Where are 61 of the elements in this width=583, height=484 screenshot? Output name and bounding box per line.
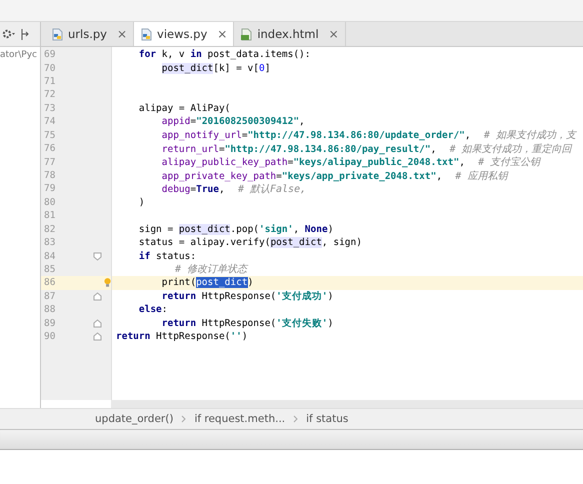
line-number: 70: [43, 62, 56, 74]
line-number: 75: [43, 130, 56, 141]
python-file-icon: [51, 28, 64, 40]
line-number: 88: [43, 304, 56, 316]
breadcrumb[interactable]: update_order(): [95, 413, 174, 425]
code-line: sign = post_dict.pop('sign', None): [138, 224, 334, 235]
line-number: 77: [43, 156, 56, 168]
line-number: 83: [43, 237, 56, 248]
line-number: 74: [43, 116, 56, 128]
line-number: 86: [43, 277, 56, 288]
line-number: 69: [43, 49, 56, 60]
line-number: 73: [43, 102, 56, 114]
code-line: return HttpResponse('支付成功'): [162, 290, 334, 303]
line-number: 76: [43, 143, 56, 154]
line-number: 80: [43, 196, 56, 208]
code-line: # 修改订单状态: [174, 262, 248, 276]
fold-marker-icon[interactable]: [92, 292, 102, 301]
breadcrumb[interactable]: if request.meth...: [194, 413, 286, 425]
close-icon[interactable]: ×: [217, 27, 228, 41]
code-line: for k, v in post_data.items():: [138, 49, 310, 60]
close-icon[interactable]: ×: [116, 27, 128, 41]
fold-marker-icon[interactable]: [92, 332, 102, 342]
python-file-icon: [140, 28, 154, 40]
line-number: 84: [43, 250, 56, 262]
code-line: else:: [138, 304, 168, 316]
line-number: 72: [43, 89, 56, 100]
code-line: status = alipay.verify(post_dict, sign): [138, 237, 362, 248]
file-tab[interactable]: views.py ×: [134, 22, 234, 46]
line-number: 85: [43, 264, 56, 275]
line-number: 89: [43, 318, 56, 329]
line-number: 87: [43, 290, 56, 302]
html-file-icon: [240, 28, 254, 40]
line-number: 81: [43, 210, 56, 222]
code-line: app_notify_url="http://47.98.134.86:80/update_order/", # 如果支付成功，支: [162, 128, 576, 142]
chevron-icon: [293, 415, 298, 423]
code-line: appid="2016082500309412",: [162, 116, 305, 128]
close-icon[interactable]: ×: [328, 27, 339, 41]
line-number: 90: [43, 331, 56, 342]
line-number: 71: [43, 76, 56, 88]
project-path: ator\Pyc: [0, 50, 38, 60]
code-line: if status:: [138, 250, 196, 262]
code-line: alipay_public_key_path="keys/alipay_public_2048.txt", # 支付宝公钥: [162, 156, 540, 170]
chevron-icon: [181, 415, 186, 423]
line-number: 82: [43, 224, 56, 235]
line-number: 78: [43, 170, 56, 181]
code-line: print(post_dict): [162, 277, 254, 288]
breadcrumb[interactable]: if status: [306, 413, 348, 425]
code-line: ): [138, 196, 145, 208]
code-line: alipay = AliPay(: [138, 102, 230, 114]
fold-marker-icon[interactable]: [92, 318, 102, 328]
settings-icon[interactable]: [2, 29, 16, 39]
code-line: debug=True, # 默认False,: [162, 182, 306, 196]
code-line: return_url="http://47.98.134.86:80/pay_result/", # 如果支付成功，重定向回: [162, 142, 572, 156]
code-line: return HttpResponse(''): [116, 331, 248, 342]
code-line: app_private_key_path="keys/app_private_2048.txt", # 应用私钥: [162, 170, 508, 183]
fold-marker-icon[interactable]: [92, 252, 102, 261]
line-number: 79: [43, 183, 56, 194]
horizontal-scrollbar[interactable]: [111, 400, 583, 408]
lightbulb-icon[interactable]: [104, 277, 111, 288]
code-line: post_dict[k] = v[0]: [162, 62, 270, 74]
code-line: return HttpResponse('支付失败'): [162, 316, 334, 330]
